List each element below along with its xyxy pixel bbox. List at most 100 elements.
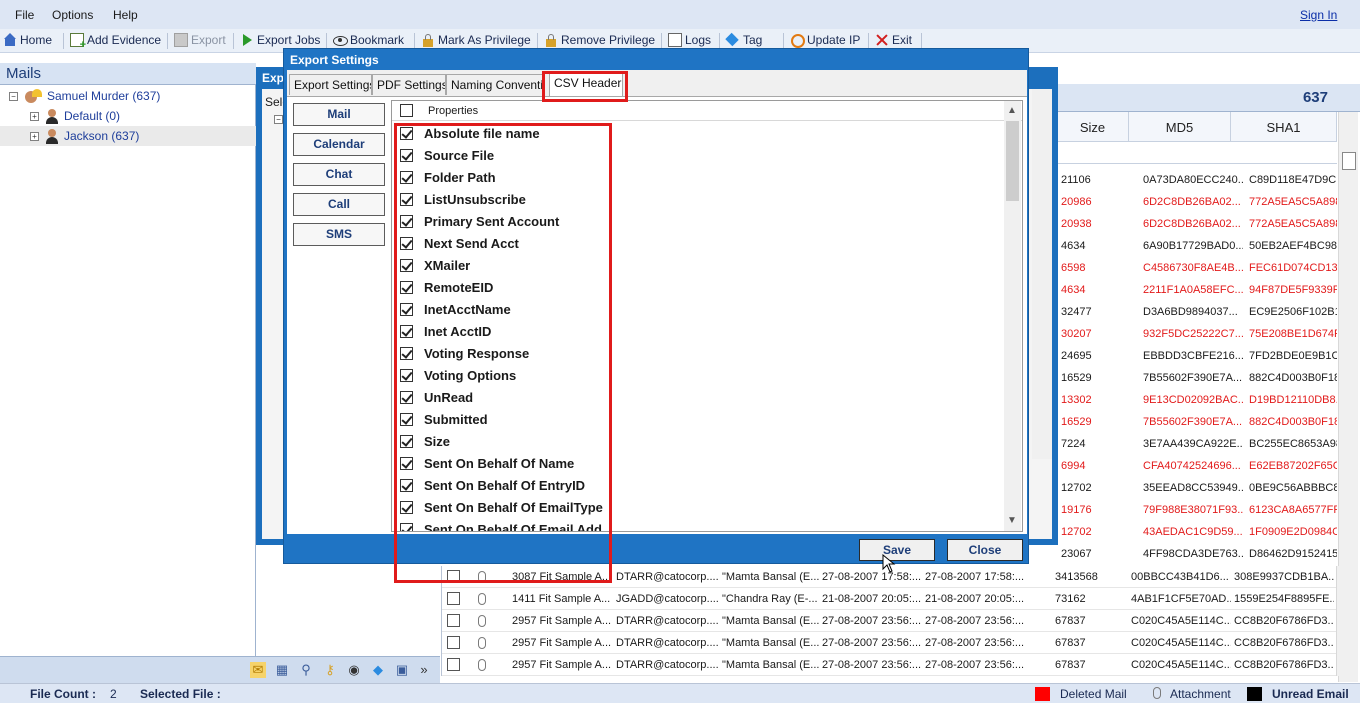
cell-size: 12702 — [1061, 482, 1092, 494]
cell-sha1: BC255EC8653A98... — [1249, 438, 1337, 450]
tag-icon — [726, 33, 740, 47]
table-row[interactable]: 6994 CFA40742524696... E62EB87202F65C... — [1057, 455, 1337, 477]
save-button[interactable]: Save — [859, 539, 935, 561]
logs-icon — [668, 33, 682, 47]
properties-scroll-thumb[interactable] — [1006, 121, 1019, 201]
clipboard-icon[interactable]: ▣ — [394, 662, 410, 678]
row-checkbox[interactable] — [447, 636, 460, 649]
calendar-category-button[interactable]: Calendar — [293, 133, 385, 156]
search-icon[interactable]: ⚲ — [298, 662, 314, 678]
toolbar-separator — [326, 33, 327, 49]
sign-in-link[interactable]: Sign In — [1300, 8, 1337, 22]
tree-node-default[interactable]: + Default (0) — [30, 106, 256, 126]
table-row[interactable]: 4634 6A90B17729BAD0... 50EB2AEF4BC988... — [1057, 235, 1337, 257]
mails-panel-title: Mails — [0, 63, 256, 85]
mark-privilege-button[interactable]: Mark As Privilege — [421, 33, 531, 47]
export-button[interactable]: Export — [174, 33, 226, 47]
table-row[interactable]: 19176 79F988E38071F93... 6123CA8A6577FF... — [1057, 499, 1337, 521]
table-row[interactable]: 30207 932F5DC25222C7... 75E208BE1D674F... — [1057, 323, 1337, 345]
table-row[interactable]: 12702 43AEDAC1C9D59... 1F0909E2D0984C... — [1057, 521, 1337, 543]
expand-icon[interactable]: + — [30, 111, 39, 121]
tab-naming-convention[interactable]: Naming Convention — [446, 74, 544, 95]
column-header-size[interactable]: Size — [1057, 112, 1129, 142]
chat-category-button[interactable]: Chat — [293, 163, 385, 186]
list-item[interactable]: 2957 Fit Sample A... DTARR@catocorp.... "M… — [442, 632, 1337, 654]
table-row[interactable]: 24695 EBBDD3CBFE216... 7FD2BDE0E9B1C7... — [1057, 345, 1337, 367]
cell-to: "Mamta Bansal (E... — [722, 637, 820, 649]
cell-size: 16529 — [1061, 416, 1092, 428]
table-row[interactable]: 13302 9E13CD02092BAC... D19BD12110DB8... — [1057, 389, 1337, 411]
grid-filter-row[interactable] — [1057, 142, 1337, 164]
table-row[interactable]: 16529 7B55602F390E7A... 882C4D003B0F18... — [1057, 367, 1337, 389]
column-header-sha1[interactable]: SHA1 — [1231, 112, 1337, 142]
table-row[interactable]: 12702 35EEAD8CC53949... 0BE9C56ABBBC8... — [1057, 477, 1337, 499]
menu-bar: File Options Help Sign In — [0, 0, 1360, 29]
exit-button[interactable]: Exit — [875, 33, 912, 47]
tree-node-root[interactable]: − Samuel Murder (637) — [9, 86, 256, 106]
table-row[interactable]: 4634 2211F1A0A58EFC... 94F87DE5F9339F... — [1057, 279, 1337, 301]
properties-scrollbar[interactable]: ▲ ▼ — [1004, 101, 1021, 531]
calendar-icon[interactable]: ▦ — [274, 662, 290, 678]
tree-node-jackson[interactable]: + Jackson (637) — [0, 126, 256, 146]
tab-export-settings[interactable]: Export Settings — [289, 74, 372, 95]
key-icon[interactable]: ⚷ — [322, 662, 338, 678]
eye-icon[interactable]: ◉ — [346, 662, 362, 678]
cell-subject: 1411 Fit Sample A... — [512, 593, 611, 605]
cell-size: 16529 — [1061, 372, 1092, 384]
row-checkbox[interactable] — [447, 658, 460, 671]
cell-sent: 27-08-2007 17:58:... — [822, 571, 922, 583]
chevron-more-icon[interactable]: » — [416, 662, 432, 678]
mail-icon[interactable]: ✉ — [250, 662, 266, 678]
tag-icon[interactable]: ◆ — [370, 662, 386, 678]
items-count-header: 637 — [1057, 84, 1360, 112]
collapse-icon[interactable]: − — [9, 91, 18, 101]
unread-legend-label: Unread Email — [1272, 687, 1349, 701]
cell-md5: 4AB1F1CF5E70AD... — [1131, 593, 1231, 605]
sms-category-button[interactable]: SMS — [293, 223, 385, 246]
list-item[interactable]: 2957 Fit Sample A... DTARR@catocorp.... "M… — [442, 654, 1337, 676]
menu-options[interactable]: Options — [52, 8, 93, 22]
cell-sha1: 7FD2BDE0E9B1C7... — [1249, 350, 1337, 362]
mail-category-button[interactable]: Mail — [293, 103, 385, 126]
table-row[interactable]: 7224 3E7AA439CA922E... BC255EC8653A98... — [1057, 433, 1337, 455]
cell-sha1: 1559E254F8895FE... — [1234, 593, 1334, 605]
background-dialog-scrollbar[interactable] — [1032, 89, 1052, 459]
cell-md5: 932F5DC25222C7... — [1143, 328, 1243, 340]
chevron-down-icon[interactable]: ▼ — [1007, 515, 1017, 526]
table-row[interactable]: 6598 C4586730F8AE4B... FEC61D074CD132... — [1057, 257, 1337, 279]
update-ip-button[interactable]: Update IP — [790, 33, 860, 48]
cell-sha1: EC9E2506F102B1... — [1249, 306, 1337, 318]
select-all-checkbox[interactable] — [400, 104, 413, 117]
grid-scroll-thumb[interactable] — [1342, 152, 1356, 170]
logs-button[interactable]: Logs — [668, 33, 711, 47]
list-item[interactable]: 2957 Fit Sample A... DTARR@catocorp.... "M… — [442, 610, 1337, 632]
remove-privilege-button[interactable]: Remove Privilege — [544, 33, 655, 47]
chevron-up-icon[interactable]: ▲ — [1007, 105, 1017, 116]
row-checkbox[interactable] — [447, 614, 460, 627]
table-row[interactable]: 16529 7B55602F390E7A... 882C4D003B0F18... — [1057, 411, 1337, 433]
column-header-md5[interactable]: MD5 — [1129, 112, 1231, 142]
cell-sha1: 94F87DE5F9339F... — [1249, 284, 1337, 296]
tab-pdf-settings[interactable]: PDF Settings — [372, 74, 446, 95]
export-jobs-button[interactable]: Export Jobs — [240, 33, 320, 47]
table-row[interactable]: 23067 4FF98CDA3DE763... D86462D9152415... — [1057, 543, 1337, 565]
mail-list-scrollbar[interactable] — [1336, 566, 1356, 676]
bookmark-button[interactable]: Bookmark — [333, 33, 404, 47]
collapse-icon[interactable]: − — [274, 115, 283, 124]
table-row[interactable]: 20938 6D2C8DB26BA02... 772A5EA5C5A898... — [1057, 213, 1337, 235]
table-row[interactable]: 21106 0A73DA80ECC240... C89D118E47D9C... — [1057, 169, 1337, 191]
expand-icon[interactable]: + — [30, 131, 39, 141]
list-item[interactable]: 1411 Fit Sample A... JGADD@catocorp.... "C… — [442, 588, 1337, 610]
add-evidence-button[interactable]: Add Evidence — [70, 33, 161, 51]
attachment-legend-label: Attachment — [1170, 687, 1231, 701]
cell-sent: 27-08-2007 23:56:... — [822, 615, 922, 627]
menu-help[interactable]: Help — [113, 8, 138, 22]
row-checkbox[interactable] — [447, 592, 460, 605]
close-button[interactable]: Close — [947, 539, 1023, 561]
table-row[interactable]: 32477 D3A6BD9894037... EC9E2506F102B1... — [1057, 301, 1337, 323]
home-button[interactable]: Home — [3, 33, 52, 47]
tag-button[interactable]: Tag — [726, 33, 762, 47]
menu-file[interactable]: File — [15, 8, 34, 22]
call-category-button[interactable]: Call — [293, 193, 385, 216]
table-row[interactable]: 20986 6D2C8DB26BA02... 772A5EA5C5A898... — [1057, 191, 1337, 213]
